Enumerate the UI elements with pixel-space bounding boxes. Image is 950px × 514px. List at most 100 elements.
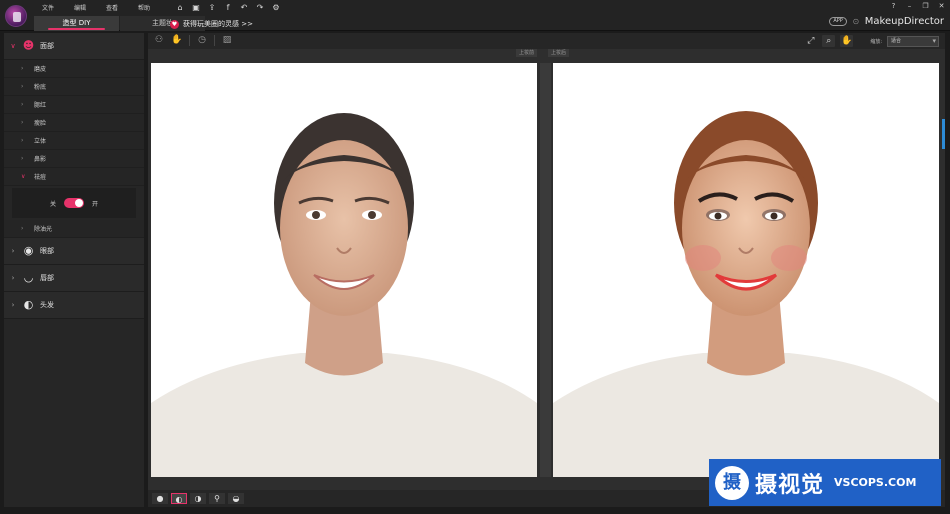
sidebar: ∨ ☻ 面部 › 磨皮 › 粉底 › 腮红 › 瘦脸 › 立体 › 鼻影 ∨ 祛… — [4, 33, 144, 507]
sidebar-item-label: 鼻影 — [34, 156, 47, 163]
brand-name: MakeupDirector — [864, 16, 944, 27]
settings-icon[interactable]: ⚙ — [271, 3, 281, 12]
sidebar-item-label: 立体 — [34, 138, 47, 145]
scroll-indicator[interactable] — [942, 119, 945, 149]
promo-link[interactable]: ♥ 获得玩美圈的灵感 >> — [170, 19, 253, 29]
acne-toggle-panel: 关 开 — [12, 188, 136, 218]
tab-diy[interactable]: 造型 DIY — [34, 16, 119, 31]
app-badge[interactable]: APP — [829, 17, 847, 26]
view-mode-buttons: ● ◐ ◑ ⚲ ◒ — [152, 493, 244, 504]
sidebar-item-blush[interactable]: › 腮红 — [4, 96, 144, 114]
chevron-down-icon: ∨ — [10, 42, 16, 50]
window-controls: ? – ❐ ✕ — [889, 2, 946, 10]
watermark-logo: 摄 — [715, 465, 749, 500]
compare-divider[interactable] — [540, 63, 551, 477]
category-face[interactable]: ∨ ☻ 面部 — [4, 33, 144, 60]
home-icon[interactable]: ⌂ — [175, 3, 185, 12]
overlay-view-icon[interactable]: ◒ — [228, 493, 244, 504]
app-logo — [5, 5, 27, 27]
side-by-side-icon[interactable]: ◐ — [171, 493, 187, 504]
undo-icon[interactable]: ↶ — [239, 3, 249, 12]
pan-hand-icon[interactable]: ✋ — [840, 35, 854, 47]
sidebar-item-label: 瘦脸 — [34, 120, 47, 127]
zoom-icon[interactable]: ⌕ — [822, 35, 836, 47]
single-view-icon[interactable]: ● — [152, 493, 168, 504]
category-hair[interactable]: › ◐ 头发 — [4, 292, 144, 319]
menu-view[interactable]: 查看 — [106, 3, 138, 12]
category-lips[interactable]: › ◡ 唇部 — [4, 265, 144, 292]
eye-icon: ◉ — [23, 244, 34, 257]
quick-toolbar: ⌂ ▣ ⇪ f ↶ ↷ ⚙ — [175, 3, 281, 12]
after-photo[interactable] — [553, 63, 939, 477]
close-icon[interactable]: ✕ — [937, 2, 946, 10]
toggle-off-label: 关 — [49, 200, 56, 208]
before-photo[interactable] — [151, 63, 537, 477]
toolbar-right: ⤢ ⌕ ✋ 缩放: 适合 — [804, 35, 939, 47]
chevron-right-icon: › — [21, 83, 24, 90]
after-label: 上妆后 — [548, 49, 570, 57]
compare-icon[interactable]: ▨ — [221, 35, 233, 46]
sidebar-item-contour[interactable]: › 立体 — [4, 132, 144, 150]
title-bar: 文件 编辑 查看 帮助 ⌂ ▣ ⇪ f ↶ ↷ ⚙ 造型 DIY 主题妆 ♥ 获… — [0, 0, 950, 31]
chevron-down-icon: ∨ — [21, 173, 26, 180]
sidebar-item-label: 腮红 — [34, 102, 47, 109]
minimize-icon[interactable]: – — [905, 2, 914, 10]
sidebar-item-label: 除油光 — [34, 226, 53, 233]
toggle-on-label: 开 — [92, 200, 99, 208]
category-label: 唇部 — [40, 274, 54, 282]
toolbar-divider — [189, 35, 190, 46]
face-align-icon[interactable]: ⚲ — [209, 493, 225, 504]
toolbar-divider — [214, 35, 215, 46]
share-icon[interactable]: ⇪ — [207, 3, 217, 12]
facebook-icon[interactable]: f — [223, 3, 233, 12]
menu-help[interactable]: 帮助 — [138, 3, 170, 12]
help-icon[interactable]: ? — [889, 2, 898, 10]
sidebar-item-label: 祛痘 — [34, 174, 47, 181]
history-icon[interactable]: ◷ — [196, 35, 208, 46]
hair-icon: ◐ — [23, 298, 34, 311]
category-label: 面部 — [40, 42, 54, 50]
chevron-right-icon: › — [11, 274, 15, 282]
before-label: 上妆前 — [516, 49, 538, 57]
chevron-right-icon: › — [21, 101, 24, 108]
sidebar-item-label: 磨皮 — [34, 66, 47, 73]
lock-icon[interactable]: ⊙ — [852, 17, 860, 26]
chevron-right-icon: › — [11, 247, 15, 255]
hand-icon[interactable]: ✋ — [171, 35, 183, 46]
split-view-icon[interactable]: ◑ — [190, 493, 206, 504]
portrait-after-image — [553, 111, 939, 477]
brand: APP ⊙ MakeupDirector — [829, 16, 944, 27]
sidebar-item-acne[interactable]: ∨ 祛痘 — [4, 168, 144, 186]
watermark-cn-text: 摄视觉 — [755, 472, 825, 498]
save-icon[interactable]: ▣ — [191, 3, 201, 12]
menu-file[interactable]: 文件 — [42, 3, 74, 12]
face-detect-icon[interactable]: ⚇ — [153, 35, 165, 46]
sidebar-item-label: 粉底 — [34, 84, 47, 91]
watermark-en-text: VSCOPS.COM — [834, 476, 917, 489]
main-toolbar: ⚇ ✋ ◷ ▨ ⤢ ⌕ ✋ 缩放: 适合 — [148, 33, 945, 49]
lips-icon: ◡ — [23, 271, 34, 284]
chevron-right-icon: › — [21, 225, 24, 232]
image-stage: 上妆前 上妆后 — [148, 49, 945, 490]
category-eyes[interactable]: › ◉ 眼部 — [4, 238, 144, 265]
menu-edit[interactable]: 编辑 — [74, 3, 106, 12]
watermark: 摄 摄视觉 VSCOPS.COM — [709, 459, 941, 506]
zoom-select[interactable]: 适合 — [887, 35, 939, 47]
category-label: 头发 — [40, 301, 54, 309]
fit-screen-icon[interactable]: ⤢ — [804, 35, 817, 47]
sidebar-item-shine-removal[interactable]: › 除油光 — [4, 220, 144, 238]
heart-icon: ♥ — [170, 19, 179, 29]
sidebar-item-face-slim[interactable]: › 瘦脸 — [4, 114, 144, 132]
zoom-label: 缩放: — [870, 38, 882, 45]
sidebar-item-smoothing[interactable]: › 磨皮 — [4, 60, 144, 78]
redo-icon[interactable]: ↷ — [255, 3, 265, 12]
acne-toggle-switch[interactable] — [64, 198, 84, 208]
menu-bar: 文件 编辑 查看 帮助 — [42, 3, 170, 12]
chevron-right-icon: › — [21, 137, 24, 144]
maximize-icon[interactable]: ❐ — [921, 2, 930, 10]
toolbar-left: ⚇ ✋ ◷ ▨ — [153, 35, 233, 46]
sidebar-item-foundation[interactable]: › 粉底 — [4, 78, 144, 96]
chevron-right-icon: › — [21, 155, 24, 162]
chevron-right-icon: › — [21, 119, 24, 126]
sidebar-item-nose-shadow[interactable]: › 鼻影 — [4, 150, 144, 168]
